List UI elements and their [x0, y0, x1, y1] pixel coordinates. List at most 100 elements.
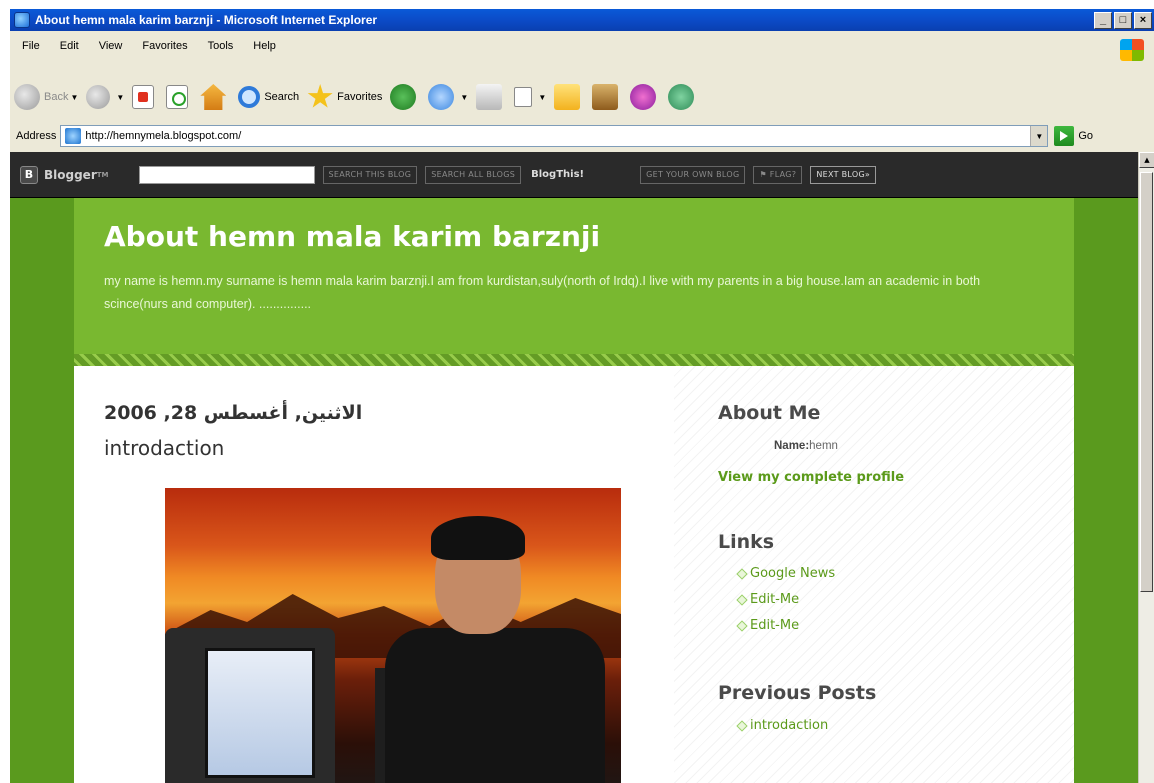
messenger-button[interactable] [630, 84, 660, 110]
page-viewport: B Blogger TM SEARCH THIS BLOG SEARCH ALL… [10, 152, 1138, 783]
refresh-button[interactable] [166, 85, 192, 109]
profile-name-label: Name: [774, 440, 810, 452]
blogthis-link[interactable]: BlogThis! [531, 169, 584, 180]
back-dropdown-icon[interactable]: ▼ [70, 93, 78, 102]
photo-person-hair [431, 516, 525, 560]
minimize-button[interactable]: _ [1094, 11, 1112, 29]
address-input[interactable]: http://hemnymela.blogspot.com/ ▼ [60, 125, 1049, 147]
mail-icon [428, 84, 455, 110]
photo-screen [205, 648, 315, 778]
menu-help[interactable]: Help [253, 40, 276, 52]
refresh-icon [166, 85, 189, 109]
ie-window: About hemn mala karim barznji - Microsof… [0, 0, 1154, 783]
diamond-bullet-icon [736, 593, 748, 606]
favorites-button[interactable]: Favorites [307, 84, 382, 110]
post-date: الاثنين, أغسطس 28, 2006 [104, 402, 363, 424]
blog-content: About hemn mala karim barznji my name is… [74, 198, 1074, 783]
view-profile-link[interactable]: View my complete profile [718, 470, 904, 485]
link-edit-me[interactable]: Edit-Me [736, 592, 799, 607]
address-dropdown-icon[interactable]: ▼ [1030, 126, 1048, 146]
mail-dropdown-icon[interactable]: ▼ [460, 93, 468, 102]
back-button[interactable]: Back ▼ [14, 84, 78, 110]
menu-file[interactable]: File [22, 40, 40, 52]
research-icon [592, 84, 619, 110]
ie-app-icon [14, 12, 30, 28]
photo-person-body [385, 628, 605, 783]
print-button[interactable] [476, 84, 506, 110]
post-photo[interactable] [165, 488, 621, 783]
search-this-blog-button[interactable]: SEARCH THIS BLOG [322, 165, 418, 184]
close-button[interactable]: × [1134, 11, 1152, 29]
standard-toolbar: Back ▼ ▼ Search Favorites ▼ ▼ [10, 74, 1154, 120]
address-bar: Address http://hemnymela.blogspot.com/ ▼… [10, 120, 1154, 152]
diamond-bullet-icon [736, 619, 748, 632]
print-icon [476, 84, 503, 110]
post-title: introdaction [104, 436, 225, 460]
menu-tools[interactable]: Tools [208, 40, 234, 52]
menu-view[interactable]: View [99, 40, 123, 52]
go-label: Go [1078, 130, 1094, 142]
link-label: Google News [750, 566, 836, 581]
edit-dropdown-icon[interactable]: ▼ [538, 93, 546, 102]
links-heading: Links [718, 531, 775, 553]
link-label: Edit-Me [750, 618, 800, 633]
home-button[interactable] [200, 84, 230, 110]
back-label: Back [44, 91, 69, 103]
search-label: Search [264, 91, 300, 103]
favorites-star-icon [307, 84, 333, 108]
research-button[interactable] [592, 84, 622, 110]
blogger-logo[interactable]: B Blogger TM [20, 165, 109, 184]
link-edit-me-2[interactable]: Edit-Me [736, 618, 800, 633]
mail-button[interactable]: ▼ [428, 84, 468, 110]
menu-favorites[interactable]: Favorites [142, 40, 187, 52]
blogger-navbar: B Blogger TM SEARCH THIS BLOG SEARCH ALL… [10, 152, 1138, 198]
stop-button[interactable] [132, 85, 158, 109]
forward-button[interactable]: ▼ [86, 85, 124, 109]
people-icon [668, 84, 695, 110]
post-area: الاثنين, أغسطس 28, 2006 introdaction [74, 366, 674, 783]
media-button[interactable] [390, 84, 420, 110]
sidebar: About Me Name:hemn View my complete prof… [718, 366, 1058, 783]
address-label: Address [16, 130, 57, 142]
forward-dropdown-icon[interactable]: ▼ [116, 93, 124, 102]
blog-main: الاثنين, أغسطس 28, 2006 introdaction Abo… [74, 366, 1074, 783]
menu-edit[interactable]: Edit [60, 40, 79, 52]
flag-button[interactable]: ⚑ FLAG? [753, 165, 803, 184]
previous-post-label: introdaction [750, 718, 829, 733]
page-icon [65, 128, 82, 144]
diamond-bullet-icon [736, 567, 748, 580]
address-url[interactable]: http://hemnymela.blogspot.com/ [85, 130, 241, 142]
blogger-search-input[interactable] [138, 165, 315, 184]
back-arrow-icon [14, 84, 40, 110]
link-google-news[interactable]: Google News [736, 566, 836, 581]
next-blog-button[interactable]: NEXT BLOG» [810, 165, 877, 184]
edit-button[interactable]: ▼ [514, 87, 546, 107]
blog-title[interactable]: About hemn mala karim barznji [104, 220, 600, 253]
media-icon [390, 84, 417, 110]
profile-name-value: hemn [809, 440, 838, 452]
blogger-b-icon: B [20, 165, 38, 184]
go-arrow-icon [1054, 126, 1075, 146]
misc-button[interactable] [668, 84, 698, 110]
profile-name: Name:hemn [774, 440, 838, 452]
vertical-scrollbar[interactable]: ▲ [1138, 152, 1154, 783]
go-button[interactable]: Go [1054, 126, 1093, 146]
window-title: About hemn mala karim barznji - Microsof… [35, 13, 378, 27]
search-all-blogs-button[interactable]: SEARCH ALL BLOGS [425, 165, 522, 184]
maximize-button[interactable]: □ [1114, 11, 1132, 29]
search-button[interactable]: Search [238, 86, 299, 108]
blog-description: my name is hemn.my surname is hemn mala … [104, 274, 981, 311]
menu-bar: File Edit View Favorites Tools Help [10, 31, 1154, 74]
get-your-own-blog-button[interactable]: GET YOUR OWN BLOG [640, 165, 746, 184]
folder-button[interactable] [554, 84, 584, 110]
folder-icon [554, 84, 581, 110]
scroll-up-arrow-icon[interactable]: ▲ [1139, 152, 1154, 168]
previous-posts-heading: Previous Posts [718, 682, 877, 704]
search-icon [238, 86, 261, 108]
forward-arrow-icon [86, 85, 111, 109]
messenger-icon [630, 84, 657, 110]
scrollbar-thumb[interactable] [1140, 172, 1153, 592]
windows-logo-icon [1120, 39, 1144, 61]
previous-post-link[interactable]: introdaction [736, 718, 829, 733]
blog-header: About hemn mala karim barznji my name is… [74, 198, 1074, 366]
